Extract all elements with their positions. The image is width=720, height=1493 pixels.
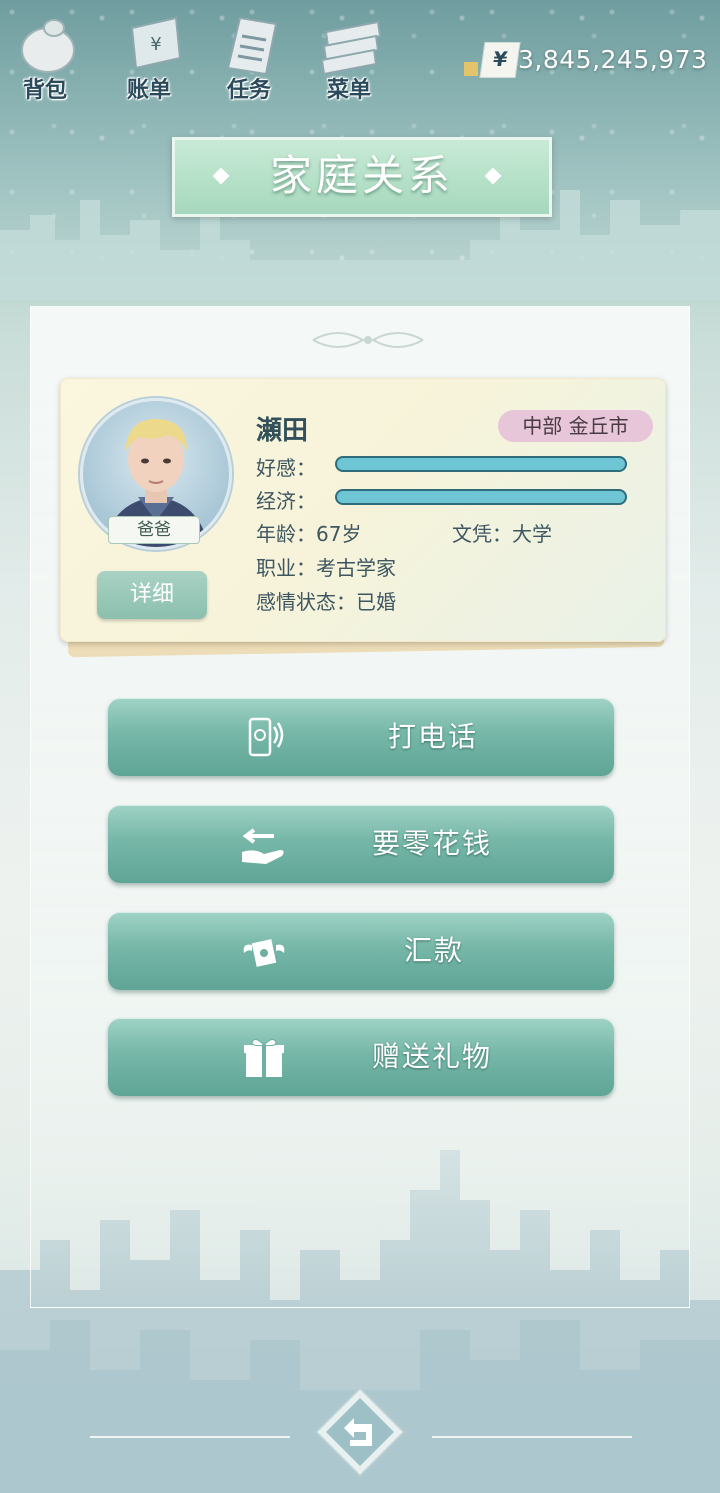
nav-task[interactable]: 任务 bbox=[204, 8, 294, 103]
money-display: ¥ 3,845,245,973 bbox=[464, 42, 720, 78]
money-amount: 3,845,245,973 bbox=[518, 45, 708, 74]
money-wings-icon bbox=[243, 939, 285, 967]
economy-bar bbox=[335, 489, 627, 505]
divider-right bbox=[432, 1436, 632, 1438]
allowance-button-label: 要零花钱 bbox=[372, 827, 493, 860]
nav-task-label: 任务 bbox=[226, 78, 271, 103]
yen-icon: ¥ bbox=[479, 42, 521, 78]
gift-button[interactable]: 赠送礼物 bbox=[108, 1018, 614, 1096]
gift-icon bbox=[244, 1039, 284, 1077]
remit-button-label: 汇款 bbox=[404, 934, 465, 967]
education-text: 文凭：大学 bbox=[452, 522, 552, 546]
top-bar: 背包 ¥ 账单 任务 菜单 ¥ 3,845,245,973 bbox=[0, 0, 720, 110]
job-text: 职业：考古学家 bbox=[256, 556, 396, 580]
ornament-icon bbox=[312, 332, 424, 348]
economy-label: 经济： bbox=[256, 489, 316, 513]
bill-icon: ¥ bbox=[130, 16, 182, 70]
menu-icon bbox=[320, 20, 382, 76]
gift-button-label: 赠送礼物 bbox=[372, 1040, 493, 1073]
task-icon bbox=[226, 16, 278, 76]
economy-bar-fill bbox=[337, 491, 625, 503]
age-text: 年龄：67岁 bbox=[256, 522, 362, 546]
location-badge: 中部 金丘市 bbox=[498, 410, 653, 442]
call-button[interactable]: 打电话 bbox=[108, 698, 614, 776]
detail-button[interactable]: 详细 bbox=[97, 571, 207, 619]
nav-bill-label: 账单 bbox=[126, 78, 171, 103]
backpack-icon bbox=[21, 19, 75, 73]
hand-money-icon bbox=[242, 828, 284, 864]
nav-menu[interactable]: 菜单 bbox=[304, 8, 394, 103]
favor-bar-fill bbox=[337, 458, 625, 470]
profile-name: 瀬田 bbox=[256, 416, 309, 446]
divider-left bbox=[90, 1436, 290, 1438]
remit-button[interactable]: 汇款 bbox=[108, 912, 614, 990]
nav-backpack[interactable]: 背包 bbox=[0, 8, 90, 103]
favor-label: 好感： bbox=[256, 456, 316, 480]
nav-bill[interactable]: ¥ 账单 bbox=[104, 8, 194, 103]
svg-text:¥: ¥ bbox=[150, 34, 161, 55]
nav-backpack-label: 背包 bbox=[22, 78, 67, 103]
nav-menu-label: 菜单 bbox=[326, 78, 371, 103]
call-button-label: 打电话 bbox=[388, 720, 479, 753]
relation-tag: 爸爸 bbox=[108, 516, 200, 544]
back-button[interactable] bbox=[314, 1386, 406, 1478]
favor-bar bbox=[335, 456, 627, 472]
phone-icon bbox=[248, 717, 284, 757]
marital-text: 感情状态：已婚 bbox=[256, 590, 396, 614]
coin-icon bbox=[464, 62, 478, 76]
allowance-button[interactable]: 要零花钱 bbox=[108, 805, 614, 883]
page-title-banner: 家庭关系 bbox=[172, 137, 552, 217]
